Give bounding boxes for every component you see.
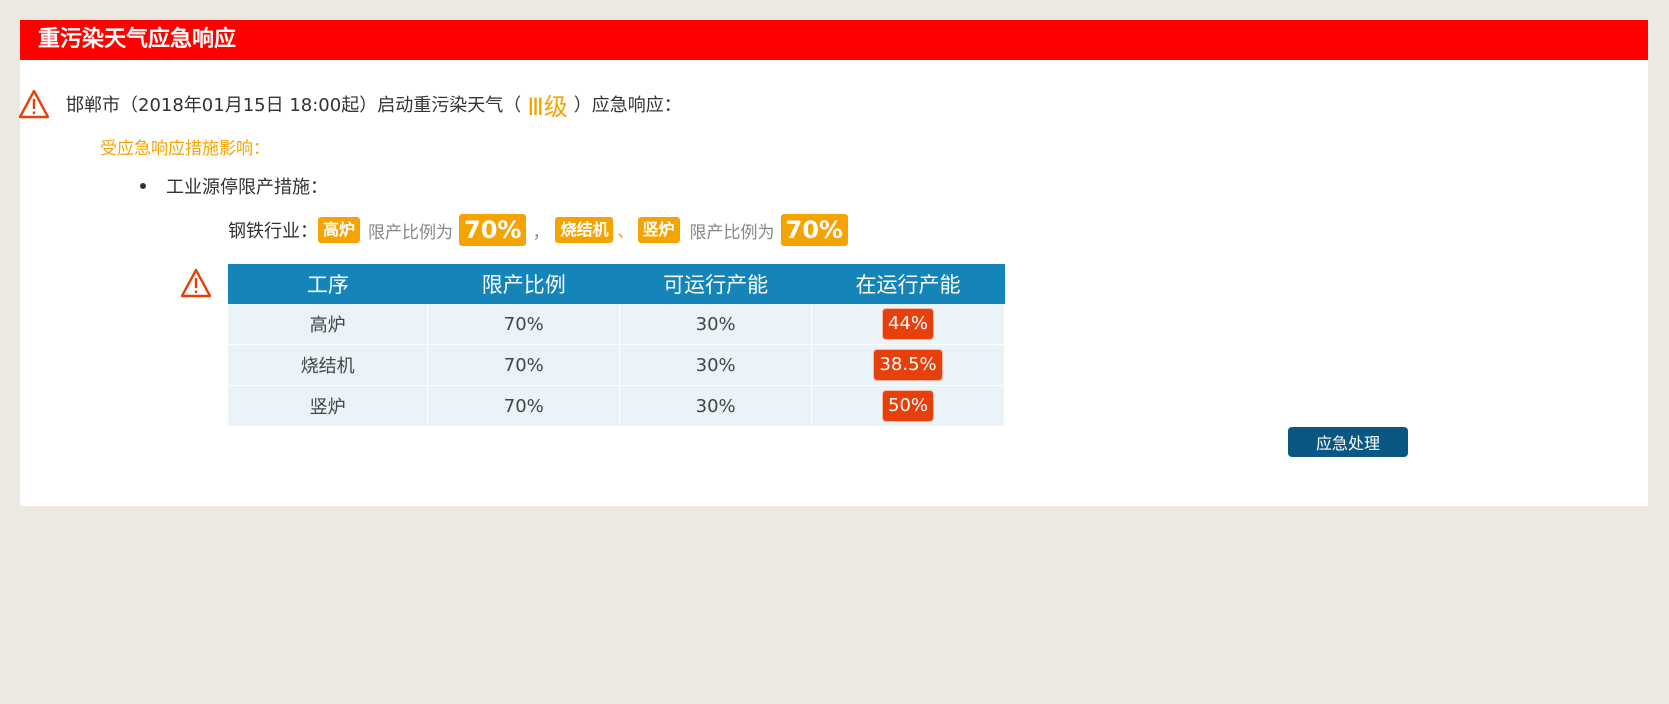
process-tag-shaft-furnace: 竖炉 (637, 217, 680, 243)
ratio-value: 70% (459, 214, 527, 246)
ratio-label: 限产比例为 (689, 222, 775, 243)
production-table: 工序 限产比例 可运行产能 在运行产能 高炉 70% 30% 44% 烧结机 7… (228, 264, 1005, 427)
warning-icon (180, 268, 212, 298)
measure-label: 工业源停限产措施： (166, 177, 328, 198)
running-badge: 50% (882, 390, 935, 422)
running-badge: 44% (882, 308, 935, 340)
table-row: 烧结机 70% 30% 38.5% (228, 344, 1005, 386)
measure-item: 工业源停限产措施： (140, 173, 328, 199)
alert-prefix: 邯郸市（2018年01月15日 18:00起）启动重污染天气（ (66, 95, 522, 116)
cell-running: 44% (811, 304, 1005, 345)
cell-process: 高炉 (228, 304, 429, 345)
cell-allowed: 30% (619, 385, 813, 427)
alert-suffix: ）应急响应： (573, 95, 682, 116)
column-header-limit: 限产比例 (427, 264, 620, 304)
emergency-handle-button[interactable]: 应急处理 (1288, 427, 1408, 457)
ratio-value: 70% (780, 214, 848, 246)
warning-icon (18, 89, 50, 119)
tag-separator: 、 (617, 222, 634, 241)
cell-limit: 70% (427, 385, 621, 427)
cell-running: 38.5% (811, 344, 1005, 386)
cell-limit: 70% (427, 304, 621, 345)
cell-allowed: 30% (619, 344, 813, 386)
cell-process: 烧结机 (228, 344, 429, 386)
affect-label: 受应急响应措施影响： (100, 139, 270, 159)
process-tag-sinter: 烧结机 (555, 217, 614, 243)
cell-process: 竖炉 (228, 385, 429, 427)
column-header-allowed: 可运行产能 (619, 264, 812, 304)
alert-headline: 邯郸市（2018年01月15日 18:00起）启动重污染天气（ Ⅲ级 ）应急响应… (18, 86, 682, 122)
running-badge: 38.5% (873, 349, 943, 381)
cell-running: 50% (811, 385, 1005, 427)
bullet-dot (140, 183, 146, 189)
panel-title: 重污染天气应急响应 (20, 20, 1648, 60)
cell-allowed: 30% (619, 304, 813, 345)
cell-limit: 70% (427, 344, 621, 386)
column-header-process: 工序 (228, 264, 428, 304)
process-tag-blast-furnace: 高炉 (318, 217, 361, 243)
table-row: 竖炉 70% 30% 50% (228, 385, 1005, 427)
industry-line: 钢铁行业： 高炉 限产比例为 70% ， 烧结机 、 竖炉 限产比例为 70% (228, 213, 848, 247)
table-header-row: 工序 限产比例 可运行产能 在运行产能 (228, 264, 1005, 304)
table-row: 高炉 70% 30% 44% (228, 304, 1005, 345)
industry-label: 钢铁行业： (228, 221, 318, 242)
column-header-running: 在运行产能 (811, 264, 1005, 304)
ratio-label: 限产比例为 (368, 222, 454, 243)
alert-level: Ⅲ级 (527, 92, 568, 121)
comma-separator: ， (532, 222, 550, 243)
